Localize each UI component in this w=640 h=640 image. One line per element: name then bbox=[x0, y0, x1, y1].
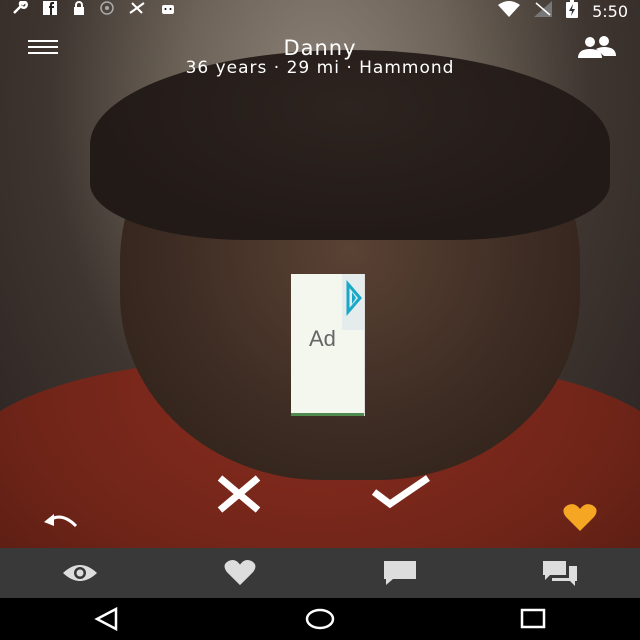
system-nav-bar bbox=[0, 598, 640, 640]
tab-messages[interactable] bbox=[320, 548, 480, 598]
heart-icon bbox=[224, 560, 256, 586]
ad-banner[interactable]: Ad bbox=[291, 274, 365, 416]
no-signal-icon bbox=[534, 1, 553, 21]
wrench-icon bbox=[12, 0, 28, 22]
reject-button[interactable] bbox=[212, 474, 266, 514]
profile-header: Danny 36 years · 29 mi · Hammond bbox=[0, 36, 640, 78]
ad-label: Ad bbox=[309, 326, 336, 351]
profile-name: Danny bbox=[283, 36, 357, 60]
status-bar: 5:50 bbox=[0, 0, 640, 22]
settings-icon bbox=[100, 0, 114, 22]
tab-likes[interactable] bbox=[160, 548, 320, 598]
eye-icon bbox=[63, 565, 97, 581]
bottom-tab-bar bbox=[0, 548, 640, 598]
heart-icon bbox=[563, 504, 597, 531]
clock-time: 5:50 bbox=[592, 1, 628, 21]
undo-button[interactable] bbox=[42, 510, 78, 532]
photo-hair bbox=[90, 50, 610, 240]
fax-icon bbox=[128, 0, 146, 22]
wifi-icon bbox=[498, 1, 521, 21]
ad-bar bbox=[291, 413, 364, 416]
chat-icon bbox=[384, 561, 416, 585]
tab-conversations[interactable] bbox=[480, 548, 640, 598]
home-icon bbox=[305, 608, 335, 630]
battery-icon bbox=[566, 0, 579, 22]
back-button[interactable] bbox=[77, 604, 137, 634]
recents-button[interactable] bbox=[503, 604, 563, 634]
facebook-icon bbox=[42, 0, 58, 22]
ad-choices-icon[interactable] bbox=[342, 274, 364, 330]
back-icon bbox=[93, 607, 117, 631]
check-icon bbox=[371, 475, 430, 509]
accept-button[interactable] bbox=[371, 474, 430, 514]
lock-icon bbox=[72, 0, 86, 22]
home-button[interactable] bbox=[290, 604, 350, 634]
favorite-button[interactable] bbox=[562, 503, 598, 533]
close-icon bbox=[217, 475, 261, 513]
android-icon bbox=[160, 0, 176, 22]
chats-icon bbox=[543, 561, 577, 586]
tab-views[interactable] bbox=[0, 548, 160, 598]
people-icon[interactable] bbox=[576, 36, 618, 58]
recents-icon bbox=[521, 608, 546, 629]
undo-icon bbox=[44, 514, 78, 528]
profile-details: 36 years · 29 mi · Hammond bbox=[185, 58, 455, 78]
